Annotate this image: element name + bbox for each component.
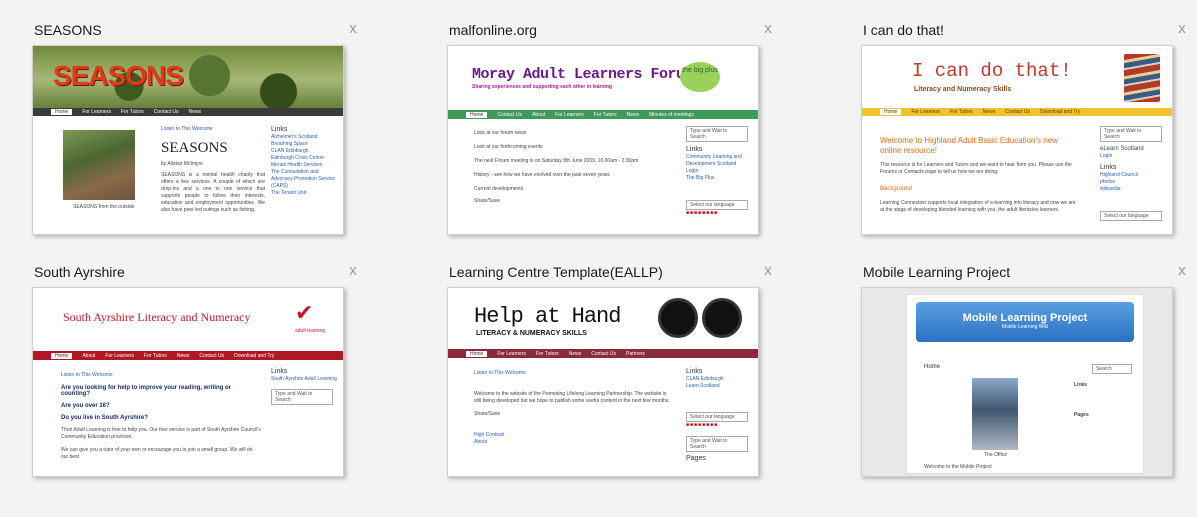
tile-title: SEASONS bbox=[34, 22, 102, 38]
site-logo: SEASONS bbox=[53, 60, 184, 91]
site-nav: Home Contact Us About For Learners For Tutor… bbox=[448, 110, 758, 119]
tile-title: Mobile Learning Project bbox=[863, 264, 1011, 280]
logo-caption: adult learning bbox=[295, 328, 326, 334]
site-tagline: Sharing experiences and supporting each … bbox=[472, 84, 613, 90]
tile-title: malfonline.org bbox=[449, 22, 537, 38]
share-button: Share/Save bbox=[474, 411, 501, 417]
site-title: Moray Adult Learners Forum bbox=[472, 66, 694, 83]
site-subtitle: LITERACY & NUMERACY SKILLS bbox=[476, 330, 587, 337]
main-content: Listen to This Welcome Welcome to the we… bbox=[474, 370, 674, 446]
page-heading: SEASONS bbox=[161, 140, 228, 156]
share-button: Share/Save bbox=[474, 198, 501, 204]
search-input: Type and Wait to Search bbox=[1100, 126, 1162, 142]
main-content: Listen to This Welcome Are you looking f… bbox=[61, 372, 261, 460]
page-thumbnail[interactable]: Help at Hand LITERACY & NUMERACY SKILLS … bbox=[447, 287, 759, 477]
site-title: South Ayrshire Literacy and Numeracy bbox=[63, 310, 251, 324]
close-icon[interactable]: x bbox=[759, 262, 777, 279]
listen-link: Listen to This Welcome bbox=[161, 126, 213, 132]
right-sidebar: Type and Wait to Search eLearn Scotland … bbox=[1100, 126, 1168, 221]
reading-writing-icons bbox=[658, 298, 742, 338]
site-nav: Home For Learners For Tutors News Contact Us… bbox=[448, 349, 758, 358]
tab-tile-learning-centre[interactable]: Learning Centre Template(EALLP) x Help a… bbox=[447, 262, 777, 486]
tab-tile-malfonline[interactable]: malfonline.org x Moray Adult Learners Fo… bbox=[447, 20, 777, 244]
close-icon[interactable]: x bbox=[344, 262, 362, 279]
background-text: Learning Connection supports local integ… bbox=[880, 200, 1076, 213]
tile-title: I can do that! bbox=[863, 22, 944, 38]
page-thumbnail[interactable]: SEASONS Home For Learners For Tutors Contac… bbox=[32, 45, 344, 235]
big-plus-logo: the big plus bbox=[680, 62, 720, 92]
tab-tile-icandothat[interactable]: I can do that! x I can do that! Literacy… bbox=[861, 20, 1191, 244]
building-photo bbox=[63, 130, 135, 200]
footer-text: Welcome to the Mobile Project bbox=[924, 464, 992, 470]
photo-caption: SEASONS from the outside bbox=[73, 204, 135, 210]
site-header: Mobile Learning Project Mobile Learning … bbox=[916, 302, 1134, 342]
site-title: Help at Hand bbox=[474, 304, 621, 329]
site-nav: Home For Learners For Tutors Contact Us News bbox=[33, 108, 343, 116]
search-input: Search bbox=[1092, 364, 1132, 374]
right-sidebar: Links South Ayrshire Adult Learning Type… bbox=[271, 368, 337, 405]
close-icon[interactable]: x bbox=[1173, 262, 1191, 279]
page-thumbnail[interactable]: Moray Adult Learners Forum Sharing exper… bbox=[447, 45, 759, 235]
tile-title: South Ayrshire bbox=[34, 264, 125, 280]
page-thumbnail[interactable]: Mobile Learning Project Mobile Learning … bbox=[861, 287, 1173, 477]
tab-tile-mobile-learning[interactable]: Mobile Learning Project x Mobile Learnin… bbox=[861, 262, 1191, 486]
right-sidebar: Links CLAN Edinburgh Learn Scotland Sele… bbox=[686, 368, 754, 463]
photo-caption: The Office bbox=[984, 452, 1007, 458]
search-input: Type and Wait to Search bbox=[686, 126, 748, 142]
office-photo bbox=[972, 378, 1018, 450]
close-icon[interactable]: x bbox=[759, 20, 777, 37]
search-input: Type and Wait to Search bbox=[686, 436, 748, 452]
tile-title: Learning Centre Template(EALLP) bbox=[449, 264, 663, 280]
checkmark-logo-icon: ✔ bbox=[295, 300, 314, 325]
site-title: I can do that! bbox=[912, 60, 1072, 82]
tab-tile-south-ayrshire[interactable]: South Ayrshire x South Ayrshire Literacy… bbox=[32, 262, 362, 486]
intro-text: This resource is for Learners and Tutors… bbox=[880, 162, 1072, 175]
close-icon[interactable]: x bbox=[1173, 20, 1191, 37]
site-nav: Home About For Learners For Tutors News Conta… bbox=[33, 351, 343, 360]
right-sidebar: Type and Wait to Search Links Community … bbox=[686, 126, 754, 216]
welcome-heading: Welcome to Highland Adult Basic Educatio… bbox=[880, 136, 1058, 155]
site-subtitle: Literacy and Numeracy Skills bbox=[914, 86, 1012, 93]
site-nav: Home For Learners For Tutors News Contact Us… bbox=[862, 108, 1172, 116]
language-select: Select our language bbox=[686, 200, 748, 210]
tab-tile-seasons[interactable]: SEASONS x SEASONS Home For Learners For Tu… bbox=[32, 20, 362, 244]
byline: by Alistair McIntyre bbox=[161, 161, 203, 167]
books-icon bbox=[1124, 54, 1160, 102]
body-text: SEASONS is a mental health charity that … bbox=[161, 172, 265, 213]
main-content: Look at our forum news Look at our forth… bbox=[474, 130, 674, 205]
links-sidebar: Links Alzheimer's Scotland Breathing Spa… bbox=[271, 126, 335, 196]
background-heading: Background bbox=[880, 186, 913, 192]
page-thumbnail[interactable]: South Ayrshire Literacy and Numeracy ✔ a… bbox=[32, 287, 344, 477]
close-icon[interactable]: x bbox=[344, 20, 362, 37]
page-thumbnail[interactable]: I can do that! Literacy and Numeracy Ski… bbox=[861, 45, 1173, 235]
language-select: Select our language bbox=[686, 412, 748, 422]
search-input: Type and Wait to Search bbox=[271, 389, 333, 405]
language-select: Select our language bbox=[1100, 211, 1162, 221]
page-heading: Home bbox=[924, 364, 941, 370]
